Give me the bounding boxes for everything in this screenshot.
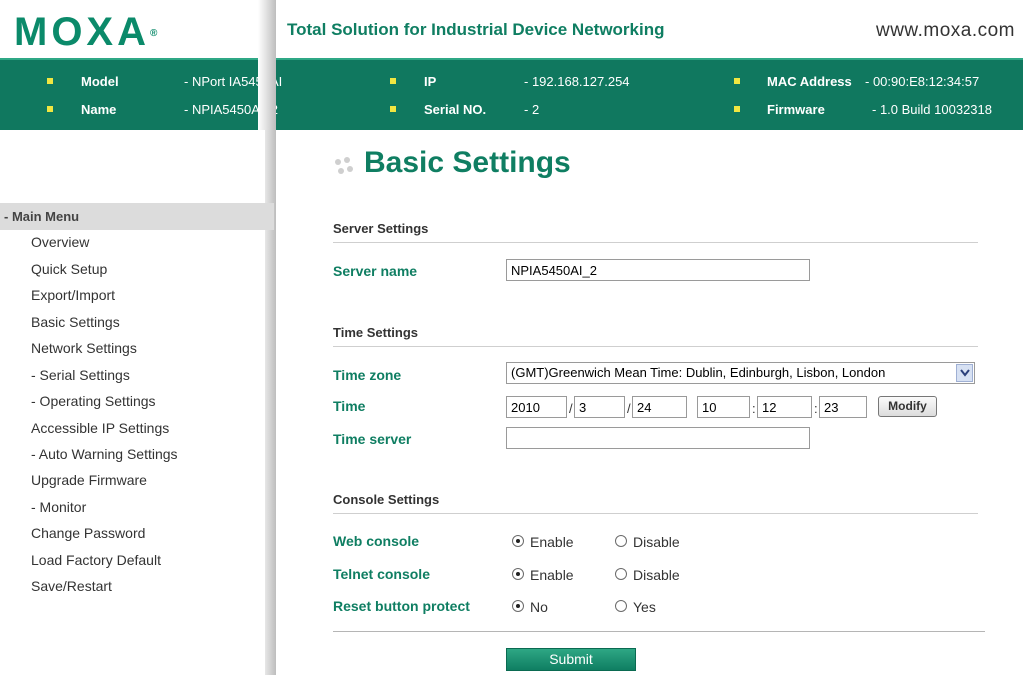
radio-label: Disable (633, 534, 680, 550)
top-header: MOXA® Total Solution for Industrial Devi… (0, 0, 1023, 58)
bullet-icon (734, 78, 740, 84)
radio-unselected-icon[interactable] (615, 568, 627, 580)
website-link[interactable]: www.moxa.com (876, 20, 1015, 42)
bullet-icon (390, 106, 396, 112)
menu-item-overview[interactable]: Overview (31, 234, 89, 250)
info-serial-label: Serial NO. (424, 102, 487, 117)
menu-item-export-import[interactable]: Export/Import (31, 287, 115, 303)
time-label: Time (333, 398, 366, 414)
menu-item-basic-settings[interactable]: Basic Settings (31, 314, 120, 330)
time-second-input[interactable] (819, 396, 867, 418)
server-name-label: Server name (333, 263, 418, 279)
menu-item-accessible-ip[interactable]: Accessible IP Settings (31, 420, 169, 436)
server-name-input[interactable] (506, 259, 810, 281)
time-hour-input[interactable] (697, 396, 750, 418)
page-title: Basic Settings (364, 146, 571, 179)
moxa-logo: MOXA® (14, 10, 157, 54)
time-month-input[interactable] (574, 396, 625, 418)
submit-button[interactable]: Submit (506, 648, 636, 671)
time-server-input[interactable] (506, 427, 810, 449)
time-separator: : (814, 401, 818, 416)
time-year-input[interactable] (506, 396, 567, 418)
bullet-icon (734, 106, 740, 112)
radio-label: Yes (633, 599, 656, 615)
menu-item-upgrade-firmware[interactable]: Upgrade Firmware (31, 472, 147, 488)
time-zone-select[interactable]: (GMT)Greenwich Mean Time: Dublin, Edinbu… (506, 362, 975, 384)
radio-label: Disable (633, 567, 680, 583)
info-model-label: Model (81, 74, 119, 89)
radio-label: Enable (530, 534, 574, 550)
radio-unselected-icon[interactable] (615, 600, 627, 612)
info-ip-value: - 192.168.127.254 (524, 74, 630, 89)
info-firmware-label: Firmware (767, 102, 825, 117)
title-dots-icon (335, 157, 355, 177)
sidebar: - Main Menu Overview Quick Setup Export/… (0, 130, 274, 675)
bullet-icon (47, 106, 53, 112)
logo-text: MOXA (14, 10, 150, 54)
info-mac-label: MAC Address (767, 74, 852, 89)
radio-unselected-icon[interactable] (615, 535, 627, 547)
date-separator: / (627, 401, 631, 416)
time-zone-value: (GMT)Greenwich Mean Time: Dublin, Edinbu… (511, 365, 886, 380)
bullet-icon (47, 78, 53, 84)
radio-label: Enable (530, 567, 574, 583)
info-mac-value: - 00:90:E8:12:34:57 (865, 74, 980, 89)
server-settings-header: Server Settings (333, 221, 978, 243)
menu-item-serial-settings[interactable]: - Serial Settings (31, 367, 130, 383)
menu-item-monitor[interactable]: - Monitor (31, 499, 86, 515)
main-menu-header[interactable]: - Main Menu (0, 203, 274, 230)
menu-item-operating-settings[interactable]: - Operating Settings (31, 393, 156, 409)
time-minute-input[interactable] (757, 396, 812, 418)
device-info-band: Model - NPort IA5450AI Name - NPIA5450AI… (0, 58, 1023, 130)
time-settings-header: Time Settings (333, 325, 978, 347)
menu-item-load-factory-default[interactable]: Load Factory Default (31, 552, 161, 568)
info-firmware-value: - 1.0 Build 10032318 (872, 102, 992, 117)
radio-selected-icon[interactable] (512, 535, 524, 547)
tagline: Total Solution for Industrial Device Net… (287, 20, 665, 39)
info-name-label: Name (81, 102, 117, 117)
console-settings-header: Console Settings (333, 492, 978, 514)
radio-selected-icon[interactable] (512, 568, 524, 580)
info-ip-label: IP (424, 74, 437, 89)
menu-item-network-settings[interactable]: Network Settings (31, 340, 137, 356)
menu-item-save-restart[interactable]: Save/Restart (31, 578, 112, 594)
time-server-label: Time server (333, 431, 412, 447)
web-console-label: Web console (333, 533, 420, 549)
modify-button[interactable]: Modify (878, 396, 937, 417)
telnet-console-label: Telnet console (333, 566, 430, 582)
time-separator: : (752, 401, 756, 416)
time-day-input[interactable] (632, 396, 687, 418)
menu-item-change-password[interactable]: Change Password (31, 525, 145, 541)
time-zone-label: Time zone (333, 367, 402, 383)
reset-protect-label: Reset button protect (333, 598, 470, 614)
chevron-down-icon[interactable] (956, 364, 973, 382)
radio-selected-icon[interactable] (512, 600, 524, 612)
divider (333, 631, 985, 632)
menu-item-quick-setup[interactable]: Quick Setup (31, 261, 107, 277)
registered-mark: ® (150, 28, 158, 39)
date-separator: / (569, 401, 573, 416)
info-serial-value: - 2 (524, 102, 540, 117)
bullet-icon (390, 78, 396, 84)
radio-label: No (530, 599, 548, 615)
menu-item-auto-warning[interactable]: - Auto Warning Settings (31, 446, 178, 462)
